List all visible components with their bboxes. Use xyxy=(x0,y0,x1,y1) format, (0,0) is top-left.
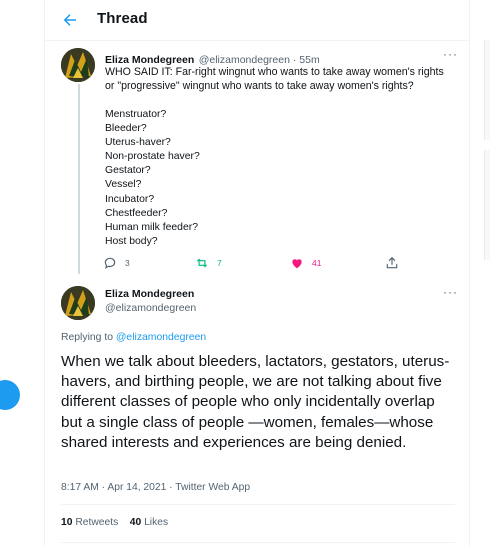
share-button[interactable] xyxy=(385,254,399,272)
retweet-count: 7 xyxy=(217,258,222,268)
list-item: Bleeder? xyxy=(105,123,147,135)
tweet-list: Menstruator? Bleeder? Uterus-haver? Non-… xyxy=(105,108,305,249)
thread-column: Thread Eliza Mondegreen @elizamondegreen… xyxy=(44,0,470,546)
sidebar-panel xyxy=(484,150,490,260)
page-title: Thread xyxy=(97,10,148,27)
likes-count: 40 xyxy=(129,517,142,528)
compose-button[interactable] xyxy=(0,380,20,410)
retweet-button[interactable]: 7 xyxy=(195,254,222,272)
thread-header: Thread xyxy=(45,0,469,41)
display-name[interactable]: Eliza Mondegreen xyxy=(105,288,194,300)
list-item: Incubator? xyxy=(105,193,155,205)
retweet-icon xyxy=(196,258,208,268)
tweet-text: WHO SAID IT: Far-right wingnut who wants… xyxy=(105,66,444,92)
more-options-icon[interactable]: ··· xyxy=(443,47,458,61)
sidebar-panel xyxy=(484,40,490,140)
like-count: 41 xyxy=(312,258,322,268)
replying-to: Replying to @elizamondegreen xyxy=(61,332,206,343)
arrow-left-icon[interactable] xyxy=(61,11,79,29)
retweets-label: Retweets xyxy=(75,517,119,528)
list-item: Vessel? xyxy=(105,179,142,191)
reply-count: 3 xyxy=(125,258,130,268)
retweets-stat[interactable]: 10 Retweets xyxy=(61,517,118,528)
divider xyxy=(61,542,455,543)
share-icon xyxy=(386,256,398,269)
reply-icon xyxy=(104,257,116,269)
likes-label: Likes xyxy=(144,517,169,528)
thread-connector-line xyxy=(78,84,80,274)
list-item: Chestfeeder? xyxy=(105,207,168,219)
handle[interactable]: @elizamondegreen xyxy=(105,302,196,314)
avatar[interactable] xyxy=(61,286,95,320)
replying-prefix: Replying to xyxy=(61,332,113,343)
list-item: Human milk feeder? xyxy=(105,221,198,233)
heart-icon xyxy=(292,259,302,269)
list-item: Gestator? xyxy=(105,165,151,177)
retweets-count: 10 xyxy=(61,517,73,528)
list-item: Uterus-haver? xyxy=(105,137,171,149)
avatar[interactable] xyxy=(61,48,95,82)
divider xyxy=(61,504,455,505)
likes-stat[interactable]: 40 Likes xyxy=(130,517,168,528)
list-item: Non-prostate haver? xyxy=(105,151,200,163)
tweet-timestamp[interactable]: 8:17 AM · Apr 14, 2021 · Twitter Web App xyxy=(61,482,250,493)
like-button[interactable]: 41 xyxy=(290,254,321,272)
tweet-text: When we talk about bleeders, lactators, … xyxy=(61,353,450,451)
reply-button[interactable]: 3 xyxy=(103,254,130,272)
tweet-stats: 10 Retweets 40 Likes xyxy=(61,517,168,528)
more-options-icon[interactable]: ··· xyxy=(443,285,458,299)
left-sidebar xyxy=(0,0,44,546)
list-item: Host body? xyxy=(105,235,158,247)
list-item: Menstruator? xyxy=(105,109,167,120)
replying-to-link[interactable]: @elizamondegreen xyxy=(116,332,206,343)
